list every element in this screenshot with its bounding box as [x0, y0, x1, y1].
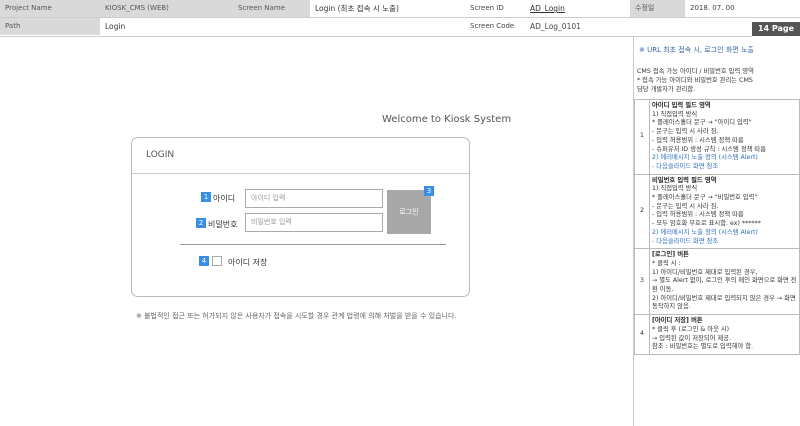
path-label: Path — [0, 18, 100, 35]
form-divider — [180, 244, 446, 245]
page-badge: 14 Page — [752, 22, 800, 36]
description-table: 1 아이디 입력 필드 영역 1) 직접입력 방식 * 플레이스홀더 문구 → … — [634, 99, 800, 355]
path-value: Login — [100, 18, 465, 35]
screen-code-value: AD_Log_0101 — [525, 18, 630, 35]
desc-row-num: 4 — [634, 314, 650, 355]
desc-row-num: 2 — [634, 173, 650, 250]
welcome-text: Welcome to Kiosk System — [382, 114, 512, 125]
desc-line: 2) 에러메시지 노출 정의 (시스템 Alert) — [652, 228, 758, 236]
desc-row-num: 1 — [634, 99, 650, 175]
desc-row-num: 3 — [634, 248, 650, 316]
marker-2: 2 — [196, 218, 206, 228]
login-button[interactable]: 로그인 — [387, 190, 431, 234]
save-id-label: 아이디 저장 — [228, 258, 268, 267]
desc-line: → 별도 Alert 없이, 로그인 후의 메인 화면으로 화면 전환 이동. — [652, 277, 797, 294]
screen-name-label: Screen Name — [210, 0, 310, 17]
desc-line: 1) 직접입력 방식 — [652, 185, 698, 193]
marker-1: 1 — [201, 192, 211, 202]
project-name-value: KIOSK_CMS (WEB) — [100, 0, 210, 17]
desc-line: - 다음슬라이드 화면 참조 — [652, 237, 719, 245]
intro-line: 담당 개발자가 관리함. — [637, 86, 696, 93]
desc-row-2: 2 비밀번호 입력 필드 영역 1) 직접입력 방식 * 플레이스홀더 문구 →… — [634, 173, 800, 250]
desc-line: → 입력된 값이 저장되어 제공. — [652, 334, 732, 342]
intro-note: CMS 접속 가능 아이디 / 비밀번호 입력 영역 * 접속 가능 아이디와 … — [637, 67, 797, 94]
revised-value: 2018. 07. 00 — [685, 0, 800, 17]
screen-code-label: Screen Code — [465, 18, 525, 35]
desc-line: * 클릭 후 (로그인 & 아웃 시) — [652, 325, 730, 333]
desc-line: - 입력 허용범위 : 시스템 정책 따름 — [652, 136, 744, 144]
desc-line: - 입력 허용범위 : 시스템 정책 따름 — [652, 211, 744, 219]
marker-3: 3 — [424, 186, 434, 196]
login-title: LOGIN — [146, 150, 175, 160]
header-blank-cell — [630, 18, 752, 35]
id-input[interactable]: 아이디 입력 — [245, 189, 383, 208]
description-panel: ※ URL 최초 접속 시, 로그인 화면 노출 CMS 접속 가능 아이디 /… — [633, 37, 800, 426]
desc-row-4: 4 [아이디 저장] 버튼 * 클릭 후 (로그인 & 아웃 시) → 입력된 … — [634, 314, 800, 355]
screen-id-value: AD_Login — [525, 0, 630, 17]
desc-row-content: [로그인] 버튼 * 클릭 시 : 1) 아이디/비밀번호 제대로 입력된 경우… — [649, 248, 800, 316]
desc-line: * 플레이스홀더 문구 → "아이디 입력" — [652, 119, 752, 127]
save-id-checkbox[interactable] — [212, 256, 222, 266]
desc-line: - 문구는 입력 시 사라 짐. — [652, 128, 719, 136]
desc-row-title: [로그인] 버튼 — [652, 251, 689, 259]
password-label: 비밀번호 — [208, 220, 238, 229]
login-title-divider — [132, 173, 469, 174]
desc-row-content: 아이디 입력 필드 영역 1) 직접입력 방식 * 플레이스홀더 문구 → "아… — [649, 99, 800, 175]
legal-notice: ※ 불법적인 접근 또는 허가되지 않은 사용자가 접속을 시도할 경우 관계 … — [136, 312, 457, 320]
marker-4: 4 — [199, 256, 209, 266]
header-divider — [0, 17, 800, 18]
desc-line: - 슈퍼유저 ID 생성 규칙 : 시스템 정책 따름 — [652, 145, 767, 153]
id-label: 아이디 — [213, 194, 236, 203]
desc-line: * 클릭 시 : — [652, 259, 681, 267]
spec-header: Project Name KIOSK_CMS (WEB) Screen Name… — [0, 0, 800, 37]
desc-row-1: 1 아이디 입력 필드 영역 1) 직접입력 방식 * 플레이스홀더 문구 → … — [634, 99, 800, 175]
desc-line: - 다음슬라이드 화면 참조 — [652, 162, 719, 170]
intro-line: CMS 접속 가능 아이디 / 비밀번호 입력 영역 — [637, 68, 754, 75]
desc-line: * 플레이스홀더 문구 → "비밀번호 입력" — [652, 194, 758, 202]
desc-row-content: 비밀번호 입력 필드 영역 1) 직접입력 방식 * 플레이스홀더 문구 → "… — [649, 173, 800, 250]
desc-line: - 모두 암호화 부호로 표시함. ex) ****** — [652, 220, 761, 228]
desc-row-content: [아이디 저장] 버튼 * 클릭 후 (로그인 & 아웃 시) → 입력된 값이… — [649, 314, 800, 355]
desc-row-3: 3 [로그인] 버튼 * 클릭 시 : 1) 아이디/비밀번호 제대로 입력된 … — [634, 248, 800, 316]
project-name-label: Project Name — [0, 0, 100, 17]
desc-line: 2) 아이디/비밀번호 제대로 입력되지 않은 경우 → 화면 동작하지 않음. — [652, 294, 796, 311]
desc-row-title: 아이디 입력 필드 영역 — [652, 102, 711, 109]
desc-line: 참조 : 비밀번호는 별도로 입력해야 함. — [652, 343, 754, 351]
revised-label: 수정일 — [630, 0, 685, 17]
desc-row-title: [아이디 저장] 버튼 — [652, 317, 703, 325]
screen-name-value: Login (최초 접속 시 노출) — [310, 0, 465, 17]
url-note: ※ URL 최초 접속 시, 로그인 화면 노출 — [639, 46, 754, 54]
intro-line: * 접속 가능 아이디와 비밀번호 관리는 CMS — [637, 77, 753, 84]
desc-line: 2) 에러메시지 노출 정의 (시스템 Alert) — [652, 154, 758, 162]
password-input[interactable]: 비밀번호 입력 — [245, 213, 383, 232]
screen-id-label: Screen ID — [465, 0, 525, 17]
